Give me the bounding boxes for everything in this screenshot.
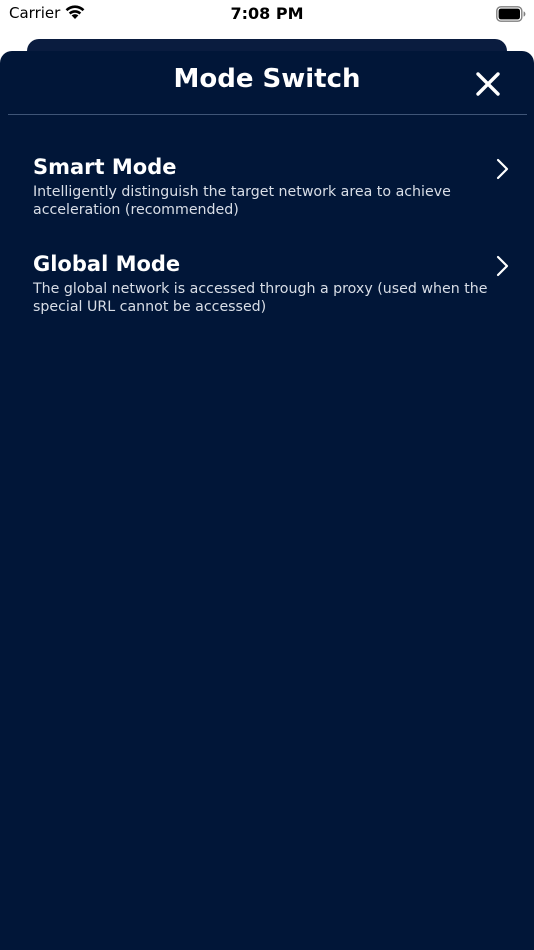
global-mode-option[interactable]: Global Mode The global network is access… (0, 248, 534, 332)
status-time: 7:08 PM (230, 4, 304, 23)
mode-description: Intelligently distinguish the target net… (33, 184, 451, 218)
sheet-title: Mode Switch (173, 64, 361, 94)
close-icon[interactable] (473, 69, 503, 99)
mode-description: The global network is accessed through a… (33, 281, 488, 315)
mode-switch-sheet: Mode Switch Smart Mode Intelligently dis… (0, 51, 534, 950)
mode-title: Smart Mode (33, 155, 177, 179)
status-bar: Carrier 7:08 PM (0, 0, 534, 30)
screen: Carrier 7:08 PM Mode Switch Smart Mode I… (0, 0, 534, 950)
chevron-right-icon (496, 158, 509, 180)
battery-icon (496, 6, 526, 22)
chevron-right-icon (496, 255, 509, 277)
smart-mode-option[interactable]: Smart Mode Intelligently distinguish the… (0, 151, 534, 235)
mode-title: Global Mode (33, 252, 181, 276)
header-divider (8, 114, 527, 115)
